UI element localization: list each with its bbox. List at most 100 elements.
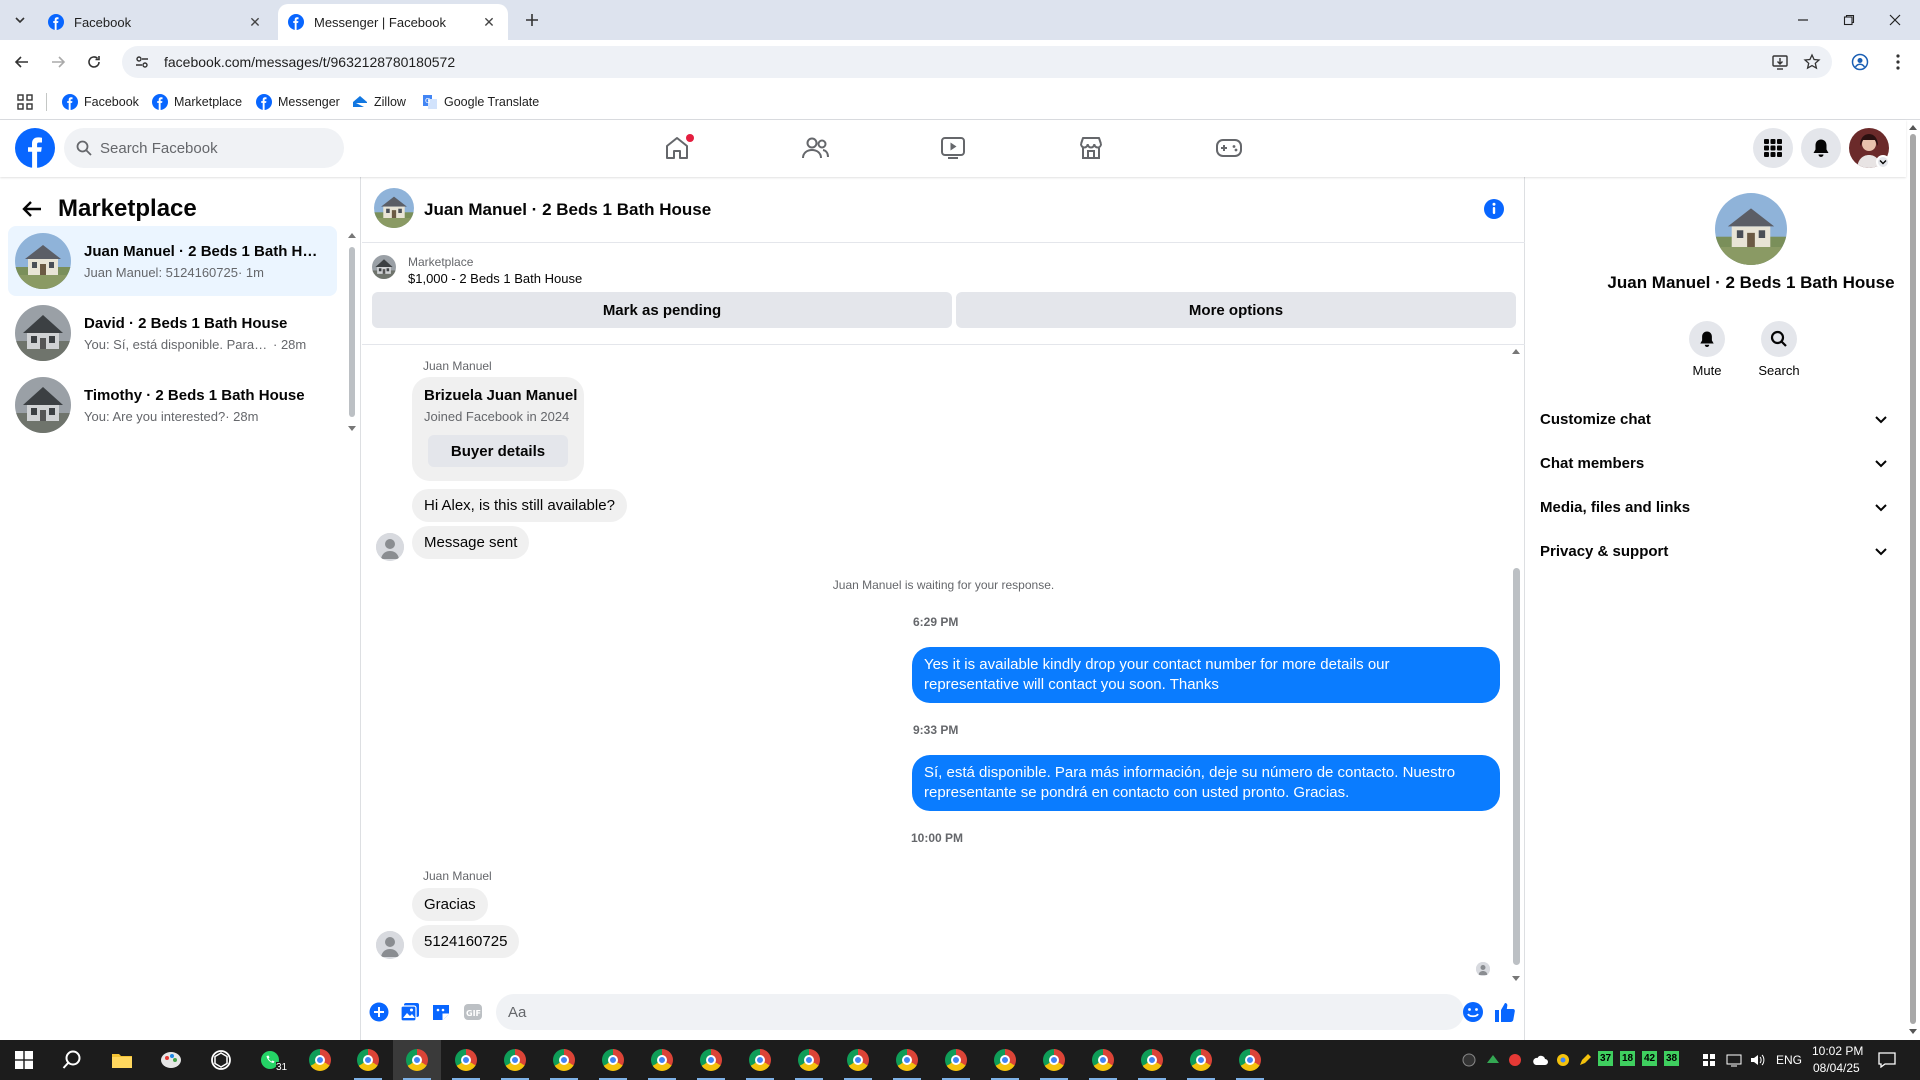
search-icon[interactable]	[1761, 321, 1797, 357]
section-media-files-links[interactable]: Media, files and links	[1540, 489, 1894, 525]
close-tab-icon[interactable]: ✕	[480, 13, 498, 31]
chrome-taskbar-app[interactable]	[981, 1040, 1029, 1080]
browser-tab-facebook[interactable]: Facebook ✕	[38, 4, 274, 40]
chrome-taskbar-app[interactable]	[442, 1040, 490, 1080]
chat-listing-thumbnail[interactable]	[374, 188, 414, 228]
details-listing-thumbnail[interactable]	[1715, 193, 1787, 265]
chrome-taskbar-app[interactable]	[638, 1040, 686, 1080]
scrollbar-thumb[interactable]	[349, 247, 355, 417]
nav-friends[interactable]	[760, 128, 870, 168]
onedrive-cloud-icon[interactable]	[1532, 1054, 1548, 1066]
forward-arrow-icon[interactable]	[44, 48, 72, 76]
clock-date[interactable]: 08/04/25	[1813, 1061, 1860, 1075]
tray-app-icon[interactable]	[1508, 1053, 1522, 1067]
chrome-taskbar-app[interactable]	[785, 1040, 833, 1080]
taskbar-search-icon[interactable]	[48, 1040, 96, 1080]
app-icon-paint[interactable]	[147, 1040, 195, 1080]
bookmark-star-icon[interactable]	[1798, 48, 1826, 76]
account-chevron-icon[interactable]	[1876, 155, 1890, 169]
menu-grid-button[interactable]	[1753, 128, 1793, 168]
chrome-taskbar-app[interactable]	[687, 1040, 735, 1080]
close-tab-icon[interactable]: ✕	[246, 13, 264, 31]
chatgpt-app-icon[interactable]	[197, 1040, 245, 1080]
url-text[interactable]: facebook.com/messages/t/9632128780180572	[164, 54, 455, 70]
chrome-taskbar-app[interactable]	[540, 1040, 588, 1080]
tray-chrome-icon[interactable]	[1556, 1053, 1570, 1067]
scroll-up-arrow-icon[interactable]	[347, 231, 357, 239]
tab-search-chevron-icon[interactable]	[8, 8, 32, 32]
chrome-taskbar-app[interactable]	[296, 1040, 344, 1080]
whatsapp-app-icon[interactable]: 31	[246, 1040, 294, 1080]
scroll-down-arrow-icon[interactable]	[1908, 1028, 1918, 1036]
nav-gaming[interactable]	[1174, 128, 1284, 168]
conversation-juan-manuel[interactable]: Juan Manuel · 2 Beds 1 Bath House Juan M…	[8, 226, 337, 296]
bookmark-messenger[interactable]: Messenger	[256, 91, 340, 113]
chrome-taskbar-app[interactable]	[1226, 1040, 1274, 1080]
listing-price-title[interactable]: $1,000 - 2 Beds 1 Bath House	[408, 271, 582, 286]
back-arrow-icon[interactable]	[18, 195, 46, 223]
message-input-box[interactable]	[496, 994, 1464, 1030]
conversation-david[interactable]: David · 2 Beds 1 Bath House You: Sí, est…	[8, 298, 337, 368]
clock-time[interactable]: 10:02 PM	[1812, 1044, 1863, 1058]
info-icon[interactable]	[1483, 198, 1505, 220]
bookmark-facebook[interactable]: Facebook	[62, 91, 139, 113]
tray-pen-icon[interactable]	[1578, 1053, 1592, 1067]
inbox-scrollbar[interactable]	[347, 229, 357, 431]
page-scrollbar[interactable]	[1906, 120, 1920, 1040]
new-tab-plus-icon[interactable]	[520, 8, 544, 32]
chrome-taskbar-app[interactable]	[932, 1040, 980, 1080]
mute-action[interactable]: Mute	[1677, 321, 1737, 378]
chrome-taskbar-app[interactable]	[1128, 1040, 1176, 1080]
browser-tab-messenger[interactable]: Messenger | Facebook ✕	[278, 4, 508, 40]
nav-video[interactable]	[898, 128, 1008, 168]
chrome-taskbar-app[interactable]	[589, 1040, 637, 1080]
bookmark-google-translate[interactable]: G Google Translate	[422, 91, 539, 113]
scrollbar-thumb[interactable]	[1910, 134, 1916, 1024]
bookmark-marketplace[interactable]: Marketplace	[152, 91, 242, 113]
chrome-taskbar-app[interactable]	[344, 1040, 392, 1080]
mark-as-pending-button[interactable]: Mark as pending	[372, 292, 952, 328]
scroll-down-arrow-icon[interactable]	[1511, 975, 1521, 983]
volume-icon[interactable]	[1750, 1053, 1766, 1067]
reload-icon[interactable]	[80, 48, 108, 76]
notifications-button[interactable]	[1801, 128, 1841, 168]
profile-icon[interactable]	[1846, 48, 1874, 76]
chrome-taskbar-app[interactable]	[1177, 1040, 1225, 1080]
buyer-details-button[interactable]: Buyer details	[428, 435, 568, 467]
file-explorer-icon[interactable]	[98, 1040, 146, 1080]
chat-title[interactable]: Juan Manuel · 2 Beds 1 Bath House	[424, 200, 711, 220]
section-privacy-support[interactable]: Privacy & support	[1540, 533, 1894, 569]
install-app-icon[interactable]	[1766, 48, 1794, 76]
scroll-up-arrow-icon[interactable]	[1511, 347, 1521, 355]
more-options-button[interactable]: More options	[956, 292, 1516, 328]
chrome-taskbar-app[interactable]	[834, 1040, 882, 1080]
chrome-taskbar-app-active[interactable]	[393, 1040, 441, 1080]
section-customize-chat[interactable]: Customize chat	[1540, 401, 1894, 437]
attach-photo-icon[interactable]	[399, 1001, 421, 1023]
tray-counter[interactable]: 38	[1664, 1051, 1679, 1066]
more-actions-plus-icon[interactable]	[368, 1001, 390, 1023]
sender-avatar[interactable]	[376, 533, 404, 561]
scroll-up-arrow-icon[interactable]	[1908, 123, 1918, 131]
tray-counter[interactable]: 42	[1642, 1051, 1657, 1066]
restore-window-icon[interactable]	[1826, 0, 1872, 40]
conversation-timothy[interactable]: Timothy · 2 Beds 1 Bath House You: Are y…	[8, 370, 337, 440]
search-action[interactable]: Search	[1749, 321, 1809, 378]
emoji-icon[interactable]	[1462, 1001, 1484, 1023]
close-window-icon[interactable]	[1872, 0, 1918, 40]
sticker-icon[interactable]	[430, 1001, 452, 1023]
message-scrollbar[interactable]	[1510, 345, 1522, 985]
scrollbar-thumb[interactable]	[1513, 568, 1520, 965]
gif-icon[interactable]: GIF	[462, 1001, 484, 1023]
section-chat-members[interactable]: Chat members	[1540, 445, 1894, 481]
chrome-taskbar-app[interactable]	[736, 1040, 784, 1080]
message-input[interactable]	[508, 1003, 1408, 1021]
bookmark-zillow[interactable]: Zillow	[352, 91, 406, 113]
minimize-window-icon[interactable]	[1780, 0, 1826, 40]
tray-network-app-icon[interactable]	[1486, 1053, 1500, 1067]
browser-menu-kebab-icon[interactable]	[1884, 48, 1912, 76]
back-arrow-icon[interactable]	[8, 48, 36, 76]
input-language[interactable]: ENG	[1776, 1053, 1802, 1067]
nav-home[interactable]	[622, 128, 732, 168]
address-bar[interactable]: facebook.com/messages/t/9632128780180572	[122, 46, 1832, 78]
